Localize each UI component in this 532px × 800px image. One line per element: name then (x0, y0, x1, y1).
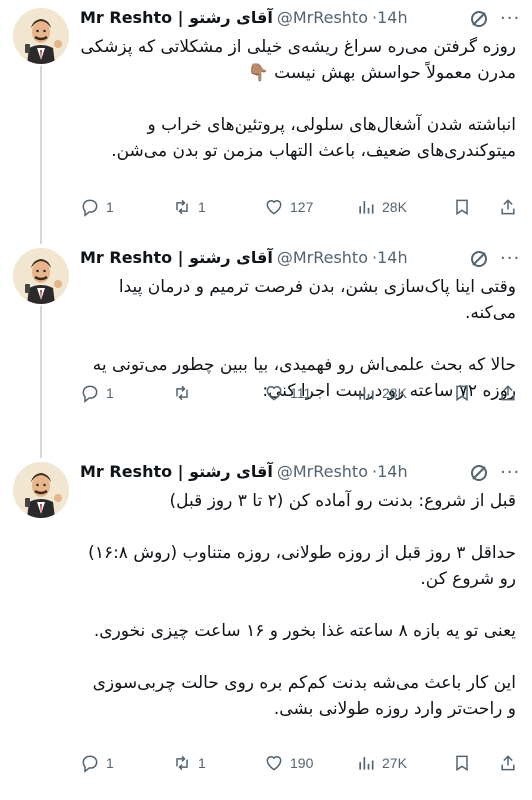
grok-icon[interactable] (468, 8, 490, 30)
like-button[interactable]: 127 (264, 196, 313, 218)
more-icon[interactable]: ··· (500, 462, 520, 483)
bookmark-icon (456, 199, 468, 216)
bookmark-button[interactable] (452, 752, 472, 774)
tweet-time[interactable]: 14h (377, 8, 408, 27)
author-name[interactable]: Mr Reshto | آقای رشتو (80, 8, 273, 27)
share-button[interactable] (498, 752, 518, 774)
views-count: 28K (382, 385, 407, 401)
views-icon (359, 757, 374, 770)
heart-icon (266, 386, 282, 401)
like-button[interactable]: 190 (264, 752, 313, 774)
share-button[interactable] (498, 382, 518, 404)
share-button[interactable] (498, 196, 518, 218)
tweet-time[interactable]: 14h (377, 462, 408, 481)
tweet-header: Mr Reshto | آقای رشتو @MrReshto ·14h ··· (80, 8, 520, 30)
reply-count: 1 (106, 385, 114, 401)
heart-icon (266, 756, 282, 771)
heart-icon (266, 200, 282, 215)
more-icon[interactable]: ··· (500, 248, 520, 269)
grok-icon[interactable] (468, 248, 490, 270)
author-name[interactable]: Mr Reshto | آقای رشتو (80, 248, 273, 267)
reply-icon (82, 385, 98, 403)
reply-button[interactable]: 1 (80, 196, 114, 218)
author-handle[interactable]: @MrReshto (277, 8, 368, 27)
more-icon[interactable]: ··· (500, 8, 520, 29)
grok-icon[interactable] (468, 462, 490, 484)
views-button[interactable]: 28K (356, 196, 407, 218)
avatar[interactable] (13, 248, 69, 304)
views-count: 28K (382, 199, 407, 215)
retweet-icon (176, 755, 188, 771)
tweet-header: Mr Reshto | آقای رشتو @MrReshto ·14h ··· (80, 462, 520, 484)
retweet-button[interactable]: 1 (172, 752, 206, 774)
retweet-icon (176, 385, 188, 401)
tweet-actions: 1 111 28K (80, 382, 520, 406)
retweet-button[interactable] (172, 382, 198, 404)
bookmark-button[interactable] (452, 196, 472, 218)
tweet[interactable]: Mr Reshto | آقای رشتو @MrReshto ·14h ··· ق… (0, 454, 532, 800)
tweet[interactable]: Mr Reshto | آقای رشتو @MrReshto ·14h ··· ر… (0, 0, 532, 230)
reply-icon (82, 755, 98, 773)
retweet-button[interactable]: 1 (172, 196, 206, 218)
reply-count: 1 (106, 199, 114, 215)
retweet-icon (176, 199, 188, 215)
like-button[interactable]: 111 (264, 382, 311, 404)
tweet-actions: 1 1 127 28K (80, 196, 520, 220)
retweet-count: 1 (198, 199, 206, 215)
bookmark-icon (456, 755, 468, 772)
tweet-time[interactable]: 14h (377, 248, 408, 267)
author-name[interactable]: Mr Reshto | آقای رشتو (80, 462, 273, 481)
tweet-text: قبل از شروع: بدنت رو آماده کن (۲ تا ۳ رو… (88, 491, 516, 719)
avatar[interactable] (13, 8, 69, 64)
reply-count: 1 (106, 755, 114, 771)
bookmark-icon (456, 385, 468, 402)
share-icon (501, 755, 515, 771)
views-icon (359, 387, 374, 400)
views-button[interactable]: 27K (356, 752, 407, 774)
reply-icon (82, 199, 98, 217)
tweet-text: روزه گرفتن می‌ره سراغ ریشه‌ی خیلی از مشک… (80, 37, 516, 161)
views-button[interactable]: 28K (356, 382, 407, 404)
tweet[interactable]: Mr Reshto | آقای رشتو @MrReshto ·14h ··· و… (0, 240, 532, 460)
views-count: 27K (382, 755, 407, 771)
reply-button[interactable]: 1 (80, 752, 114, 774)
like-count: 111 (290, 385, 312, 401)
author-handle[interactable]: @MrReshto (277, 248, 368, 267)
author-handle[interactable]: @MrReshto (277, 462, 368, 481)
retweet-count: 1 (198, 755, 206, 771)
like-count: 190 (290, 755, 314, 771)
tweet-actions: 1 1 190 27K (80, 752, 520, 776)
share-icon (501, 199, 515, 215)
views-icon (359, 201, 374, 214)
tweet-header: Mr Reshto | آقای رشتو @MrReshto ·14h ··· (80, 248, 520, 270)
avatar[interactable] (13, 462, 69, 518)
share-icon (501, 385, 515, 401)
bookmark-button[interactable] (452, 382, 472, 404)
like-count: 127 (290, 199, 314, 215)
reply-button[interactable]: 1 (80, 382, 114, 404)
